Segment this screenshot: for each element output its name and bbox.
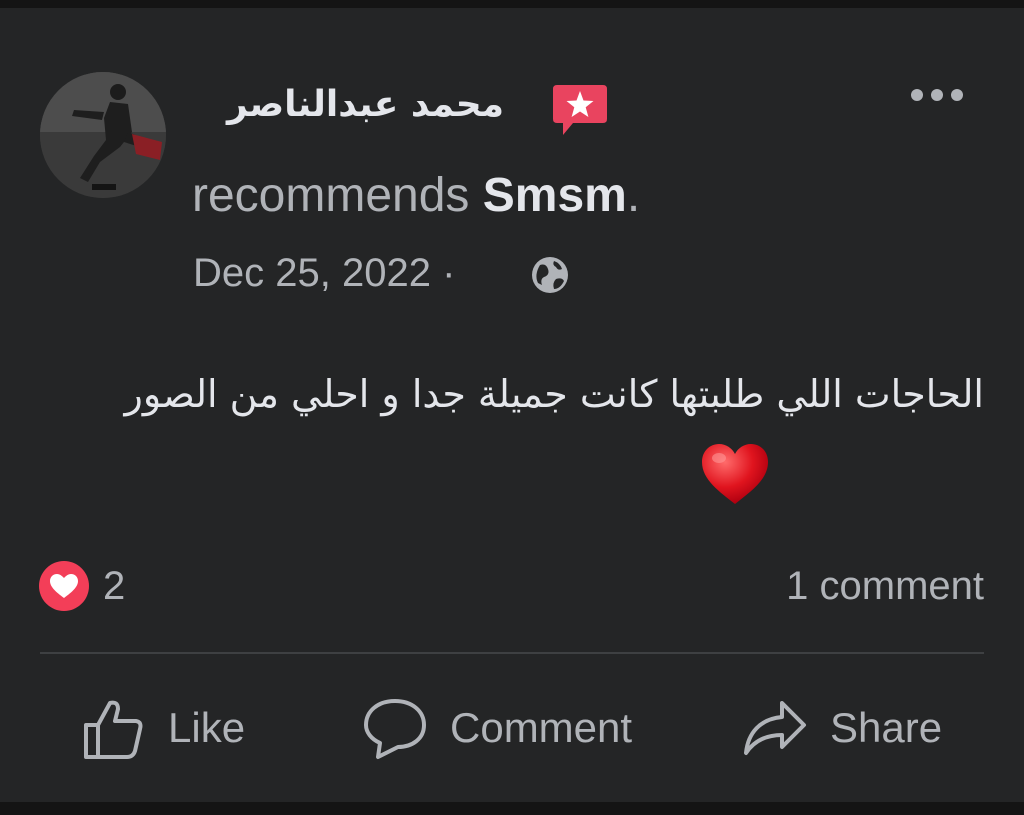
post-body: الحاجات اللي طلبتها كانت جميلة جدا و احل… — [124, 372, 984, 416]
author-avatar[interactable] — [40, 72, 166, 198]
comment-label: Comment — [450, 704, 633, 751]
share-label: Share — [830, 704, 943, 751]
post-date[interactable]: Dec 25, 2022 — [193, 251, 431, 295]
globe-icon — [532, 257, 568, 293]
share-button[interactable]: Share — [742, 688, 942, 768]
recommend-star-icon — [553, 85, 607, 135]
author-name[interactable]: محمد عبدالناصر — [227, 84, 504, 125]
post-card: محمد عبدالناصر recommends Smsm. Dec 25, … — [0, 8, 1024, 802]
comment-count[interactable]: 1 comment — [786, 564, 984, 609]
comment-bubble-icon — [364, 699, 426, 759]
divider — [40, 652, 984, 654]
more-options-icon[interactable] — [908, 84, 966, 106]
share-arrow-icon — [744, 701, 806, 755]
comment-button[interactable]: Comment — [362, 688, 632, 768]
reaction-count[interactable]: 2 — [103, 564, 125, 609]
like-button[interactable]: Like — [80, 688, 245, 768]
thumbs-up-icon — [84, 700, 143, 759]
love-reaction-icon[interactable] — [38, 560, 90, 612]
recommendation-line: recommends Smsm. — [192, 168, 640, 223]
page-name-link[interactable]: Smsm — [483, 169, 627, 222]
red-heart-emoji — [702, 444, 768, 504]
like-label: Like — [168, 704, 246, 751]
meta-separator: · — [430, 251, 456, 295]
post-meta: Dec 25, 2022 · — [193, 251, 455, 296]
period: . — [626, 169, 641, 222]
recommends-text: recommends — [192, 169, 470, 222]
